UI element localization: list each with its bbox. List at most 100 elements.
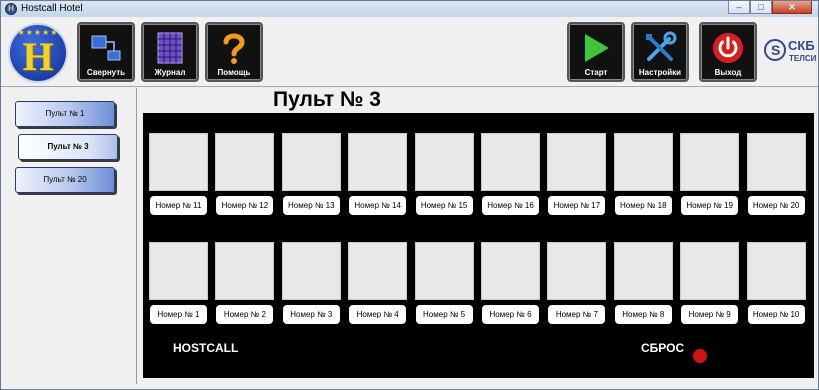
room-label: Номер № 16 (482, 196, 539, 215)
collapse-button[interactable]: Свернуть (77, 22, 135, 82)
room-tile[interactable]: Номер № 15 (414, 133, 474, 221)
room-tile[interactable]: Номер № 4 (348, 242, 408, 330)
room-indicator (281, 133, 341, 191)
room-indicator (481, 133, 540, 191)
room-label: Номер № 17 (548, 196, 606, 215)
logo-letter: H (22, 34, 54, 79)
room-indicator (680, 242, 740, 300)
sidebar-item-pult-20[interactable]: Пульт № 20 (15, 167, 115, 193)
minimize-button[interactable]: – (728, 1, 750, 14)
settings-button[interactable]: Настройки (631, 22, 689, 82)
close-window-button[interactable]: ✕ (772, 1, 812, 14)
collapse-button-label: Свернуть (86, 68, 126, 77)
log-button[interactable]: Журнал (141, 22, 199, 82)
room-label: Номер № 18 (614, 196, 672, 215)
room-indicator (149, 133, 208, 191)
help-button-label: Помощь (217, 68, 251, 77)
room-label: Номер № 3 (282, 305, 340, 324)
room-indicator (746, 133, 806, 191)
room-label: Номер № 5 (415, 305, 473, 324)
app-icon: H (5, 3, 17, 15)
room-label: Номер № 19 (681, 196, 739, 215)
room-label: Номер № 12 (216, 196, 274, 215)
room-tile[interactable]: Номер № 6 (481, 242, 540, 330)
room-tile[interactable]: Номер № 11 (149, 133, 208, 221)
exit-button[interactable]: Выход (699, 22, 757, 82)
log-grid-icon (143, 30, 197, 66)
room-tile[interactable]: Номер № 3 (281, 242, 341, 330)
room-label: Номер № 6 (482, 305, 539, 324)
room-tile[interactable]: Номер № 18 (613, 133, 673, 221)
room-label: Номер № 11 (150, 196, 207, 215)
play-icon (569, 30, 623, 66)
room-indicator (547, 242, 607, 300)
help-button[interactable]: Помощь (205, 22, 263, 82)
room-tile[interactable]: Номер № 5 (414, 242, 474, 330)
room-indicator (414, 242, 474, 300)
room-label: Номер № 15 (415, 196, 473, 215)
room-label: Номер № 7 (548, 305, 606, 324)
room-indicator (746, 242, 806, 300)
question-mark-icon (207, 30, 261, 66)
toolbar: ★★★★★ H Свернуть Журнал Помощь Старт Нас… (1, 17, 818, 87)
reset-label: СБРОС (641, 341, 685, 355)
room-tile[interactable]: Номер № 14 (348, 133, 408, 221)
maximize-button[interactable]: □ (750, 1, 772, 14)
app-window: H Hostcall Hotel – □ ✕ ★★★★★ H Свернуть (0, 0, 819, 390)
room-indicator (149, 242, 208, 300)
room-tile[interactable]: Номер № 12 (215, 133, 275, 221)
room-label: Номер № 9 (681, 305, 739, 324)
sidebar: Пульт № 1 Пульт № 3 Пульт № 20 (1, 88, 137, 384)
brand-line1: СКБ (788, 38, 815, 53)
room-tile[interactable]: Номер № 9 (680, 242, 740, 330)
exit-button-label: Выход (714, 68, 742, 77)
room-indicator (547, 133, 607, 191)
room-label: Номер № 10 (747, 305, 805, 324)
room-indicator (481, 242, 540, 300)
room-tile[interactable]: Номер № 8 (613, 242, 673, 330)
room-tile[interactable]: Номер № 7 (547, 242, 607, 330)
start-button[interactable]: Старт (567, 22, 625, 82)
room-label: Номер № 4 (349, 305, 407, 324)
sidebar-item-pult-3[interactable]: Пульт № 3 (18, 134, 118, 160)
window-title: Hostcall Hotel (21, 3, 83, 14)
start-button-label: Старт (584, 68, 608, 77)
room-board: HOSTCALL СБРОС Номер № 11 Номер № 12 Номер… (143, 113, 814, 378)
room-indicator (613, 133, 673, 191)
window-controls: – □ ✕ (728, 1, 812, 14)
room-tile[interactable]: Номер № 17 (547, 133, 607, 221)
console-panel: Пульт № 3 HOSTCALL СБРОС Номер № 11 Номер… (139, 88, 818, 384)
reset-indicator[interactable] (693, 349, 707, 363)
power-icon (701, 30, 755, 66)
room-indicator (348, 133, 408, 191)
room-label: Номер № 8 (614, 305, 672, 324)
room-indicator (215, 133, 275, 191)
tools-icon (633, 30, 687, 66)
room-label: Номер № 1 (150, 305, 207, 324)
room-indicator (348, 242, 408, 300)
brand-emblem-icon (764, 39, 786, 61)
brand-logo: СКБ ТЕЛСИ (764, 37, 817, 65)
log-button-label: Журнал (154, 68, 186, 77)
title-bar[interactable]: H Hostcall Hotel – □ ✕ (1, 1, 818, 17)
brand-line2: ТЕЛСИ (789, 54, 817, 63)
room-indicator (281, 242, 341, 300)
room-tile[interactable]: Номер № 16 (481, 133, 540, 221)
room-indicator (680, 133, 740, 191)
room-label: Номер № 20 (747, 196, 805, 215)
room-tile[interactable]: Номер № 20 (746, 133, 806, 221)
settings-button-label: Настройки (638, 68, 682, 77)
room-label: Номер № 13 (282, 196, 340, 215)
sidebar-item-pult-1[interactable]: Пульт № 1 (15, 101, 115, 127)
room-tile[interactable]: Номер № 19 (680, 133, 740, 221)
room-tile[interactable]: Номер № 10 (746, 242, 806, 330)
hotel-logo: ★★★★★ H (8, 23, 68, 83)
room-indicator (613, 242, 673, 300)
room-tile[interactable]: Номер № 13 (281, 133, 341, 221)
room-tile[interactable]: Номер № 1 (149, 242, 208, 330)
room-tile[interactable]: Номер № 2 (215, 242, 275, 330)
hostcall-label: HOSTCALL (173, 341, 239, 355)
room-indicator (215, 242, 275, 300)
page-title: Пульт № 3 (273, 88, 381, 111)
flow-diagram-icon (79, 30, 133, 66)
